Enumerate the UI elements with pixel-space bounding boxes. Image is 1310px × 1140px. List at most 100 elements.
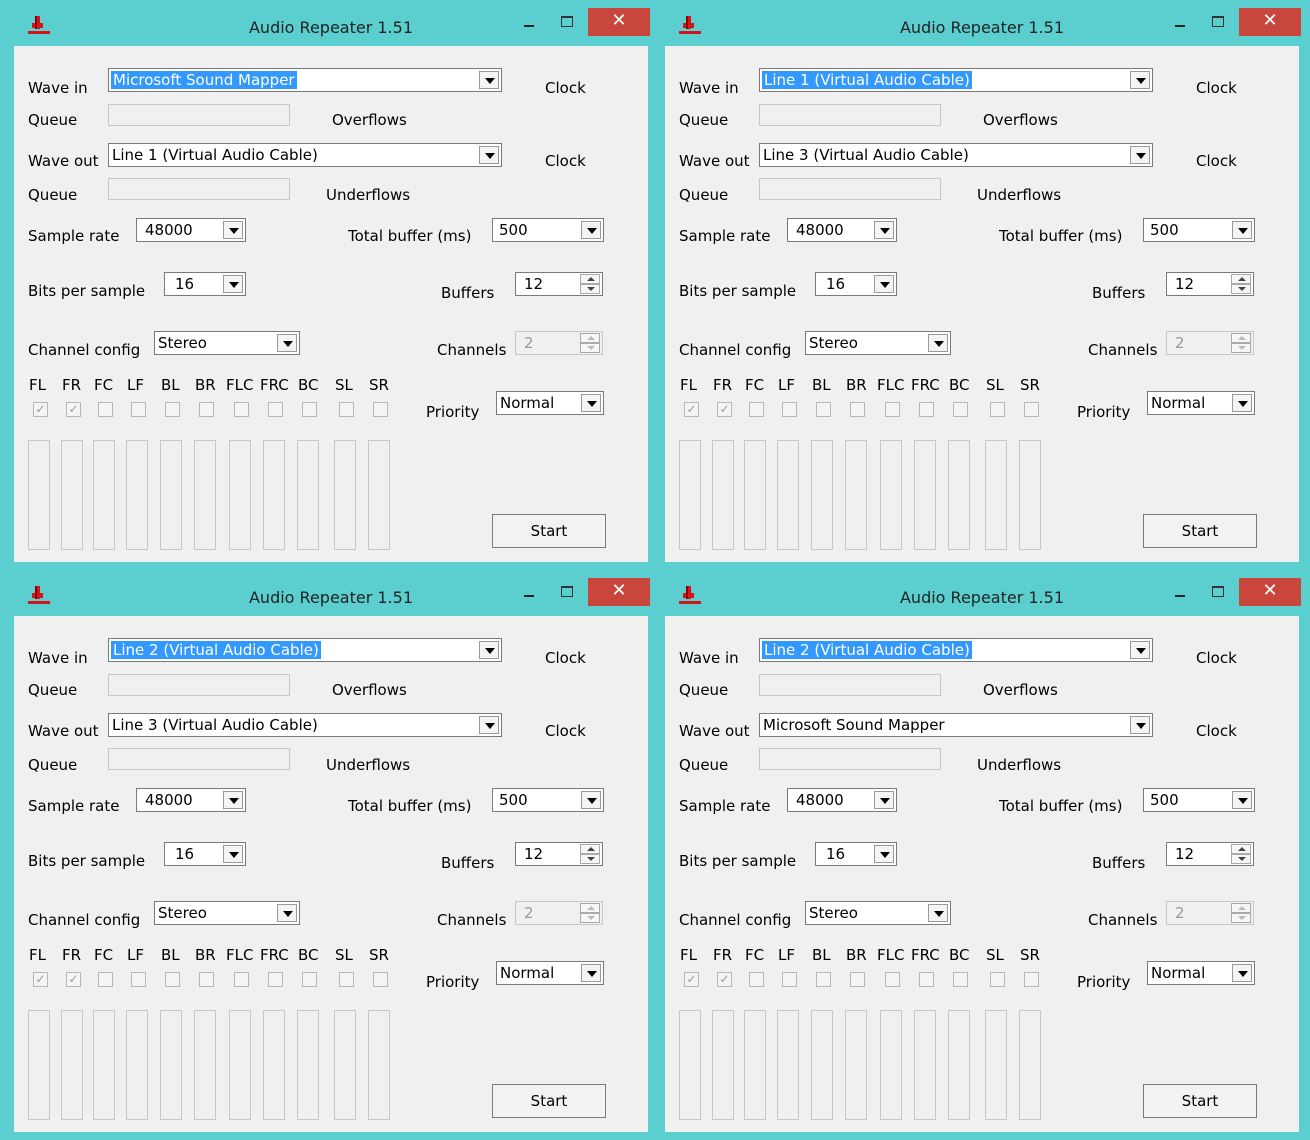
- buffers-spinner[interactable]: 12: [515, 842, 603, 866]
- chevron-down-icon[interactable]: [223, 791, 243, 809]
- title-bar[interactable]: Audio Repeater 1.51 ✕: [657, 0, 1307, 48]
- channel-config-combo[interactable]: Stereo: [805, 331, 951, 355]
- chevron-down-icon[interactable]: [223, 275, 243, 293]
- bits-per-sample-combo[interactable]: 16: [815, 842, 897, 866]
- spin-down-icon[interactable]: [1231, 854, 1251, 864]
- audio-repeater-window: Audio Repeater 1.51 ✕ Wave in Line 2 (Vi…: [6, 570, 656, 1138]
- chevron-down-icon[interactable]: [1232, 964, 1252, 982]
- chevron-down-icon[interactable]: [277, 904, 297, 922]
- wave-in-queue-meter: [759, 104, 941, 126]
- total-buffer-label: Total buffer (ms): [999, 797, 1123, 815]
- buffers-spinner[interactable]: 12: [515, 272, 603, 296]
- sample-rate-combo[interactable]: 48000: [787, 788, 897, 812]
- spin-up-icon[interactable]: [580, 844, 600, 854]
- chevron-down-icon[interactable]: [581, 964, 601, 982]
- buffers-spinner[interactable]: 12: [1166, 272, 1254, 296]
- spin-down-icon[interactable]: [1231, 284, 1251, 294]
- maximize-button[interactable]: [554, 580, 580, 606]
- chevron-down-icon[interactable]: [928, 334, 948, 352]
- bits-per-sample-combo[interactable]: 16: [164, 272, 246, 296]
- chevron-down-icon[interactable]: [581, 221, 601, 239]
- channel-level-meter: [160, 440, 182, 550]
- wave-out-combo[interactable]: Line 1 (Virtual Audio Cable): [108, 143, 502, 167]
- wave-out-queue-meter: [108, 748, 290, 770]
- close-button[interactable]: ✕: [588, 8, 650, 36]
- chevron-down-icon[interactable]: [581, 791, 601, 809]
- spin-up-icon[interactable]: [1231, 274, 1251, 284]
- channel-checkbox: [373, 972, 388, 987]
- channel-checkbox: [339, 972, 354, 987]
- chevron-down-icon[interactable]: [928, 904, 948, 922]
- chevron-down-icon[interactable]: [874, 221, 894, 239]
- chevron-down-icon[interactable]: [479, 71, 499, 89]
- audio-repeater-window: Audio Repeater 1.51 ✕ Wave in Line 2 (Vi…: [657, 570, 1307, 1138]
- chevron-down-icon[interactable]: [479, 641, 499, 659]
- bits-per-sample-combo[interactable]: 16: [815, 272, 897, 296]
- chevron-down-icon[interactable]: [223, 845, 243, 863]
- channel-level-meter: [126, 1010, 148, 1120]
- spin-down-icon[interactable]: [580, 854, 600, 864]
- channel-config-combo[interactable]: Stereo: [154, 331, 300, 355]
- start-button[interactable]: Start: [1143, 1084, 1257, 1118]
- total-buffer-combo[interactable]: 500: [492, 788, 604, 812]
- chevron-down-icon[interactable]: [479, 146, 499, 164]
- start-button[interactable]: Start: [492, 514, 606, 548]
- channel-config-combo[interactable]: Stereo: [805, 901, 951, 925]
- buffers-spinner[interactable]: 12: [1166, 842, 1254, 866]
- chevron-down-icon[interactable]: [1130, 716, 1150, 734]
- priority-value: Normal: [1151, 964, 1206, 982]
- wave-in-combo[interactable]: Line 2 (Virtual Audio Cable): [759, 638, 1153, 662]
- spin-down-icon[interactable]: [580, 284, 600, 294]
- total-buffer-combo[interactable]: 500: [1143, 218, 1255, 242]
- chevron-down-icon[interactable]: [874, 791, 894, 809]
- sample-rate-combo[interactable]: 48000: [136, 788, 246, 812]
- total-buffer-combo[interactable]: 500: [1143, 788, 1255, 812]
- wave-in-combo[interactable]: Line 2 (Virtual Audio Cable): [108, 638, 502, 662]
- chevron-down-icon[interactable]: [479, 716, 499, 734]
- bits-per-sample-combo[interactable]: 16: [164, 842, 246, 866]
- underflows-label: Underflows: [977, 186, 1062, 204]
- spin-up-icon[interactable]: [580, 274, 600, 284]
- wave-out-combo[interactable]: Line 3 (Virtual Audio Cable): [108, 713, 502, 737]
- chevron-down-icon[interactable]: [223, 221, 243, 239]
- maximize-button[interactable]: [1205, 580, 1231, 606]
- chevron-down-icon[interactable]: [277, 334, 297, 352]
- minimize-button[interactable]: [1167, 10, 1193, 36]
- chevron-down-icon[interactable]: [874, 275, 894, 293]
- chevron-down-icon[interactable]: [1130, 146, 1150, 164]
- priority-combo[interactable]: Normal: [1147, 391, 1255, 415]
- chevron-down-icon[interactable]: [581, 394, 601, 412]
- title-bar[interactable]: Audio Repeater 1.51 ✕: [6, 0, 656, 48]
- total-buffer-combo[interactable]: 500: [492, 218, 604, 242]
- wave-in-combo[interactable]: Line 1 (Virtual Audio Cable): [759, 68, 1153, 92]
- chevron-down-icon[interactable]: [874, 845, 894, 863]
- close-button[interactable]: ✕: [1239, 8, 1301, 36]
- priority-combo[interactable]: Normal: [1147, 961, 1255, 985]
- sample-rate-combo[interactable]: 48000: [787, 218, 897, 242]
- chevron-down-icon[interactable]: [1130, 641, 1150, 659]
- minimize-button[interactable]: [1167, 580, 1193, 606]
- spin-up-icon[interactable]: [1231, 844, 1251, 854]
- wave-out-combo[interactable]: Microsoft Sound Mapper: [759, 713, 1153, 737]
- start-button[interactable]: Start: [492, 1084, 606, 1118]
- title-bar[interactable]: Audio Repeater 1.51 ✕: [6, 570, 656, 618]
- chevron-down-icon[interactable]: [1232, 221, 1252, 239]
- minimize-button[interactable]: [516, 10, 542, 36]
- wave-out-combo[interactable]: Line 3 (Virtual Audio Cable): [759, 143, 1153, 167]
- maximize-button[interactable]: [1205, 10, 1231, 36]
- minimize-button[interactable]: [516, 580, 542, 606]
- sample-rate-combo[interactable]: 48000: [136, 218, 246, 242]
- title-bar[interactable]: Audio Repeater 1.51 ✕: [657, 570, 1307, 618]
- chevron-down-icon[interactable]: [1232, 394, 1252, 412]
- close-button[interactable]: ✕: [588, 578, 650, 606]
- priority-combo[interactable]: Normal: [496, 391, 604, 415]
- close-button[interactable]: ✕: [1239, 578, 1301, 606]
- chevron-down-icon[interactable]: [1232, 791, 1252, 809]
- chevron-down-icon[interactable]: [1130, 71, 1150, 89]
- wave-in-combo[interactable]: Microsoft Sound Mapper: [108, 68, 502, 92]
- priority-combo[interactable]: Normal: [496, 961, 604, 985]
- start-button[interactable]: Start: [1143, 514, 1257, 548]
- sample-rate-label: Sample rate: [679, 797, 771, 815]
- channel-config-combo[interactable]: Stereo: [154, 901, 300, 925]
- maximize-button[interactable]: [554, 10, 580, 36]
